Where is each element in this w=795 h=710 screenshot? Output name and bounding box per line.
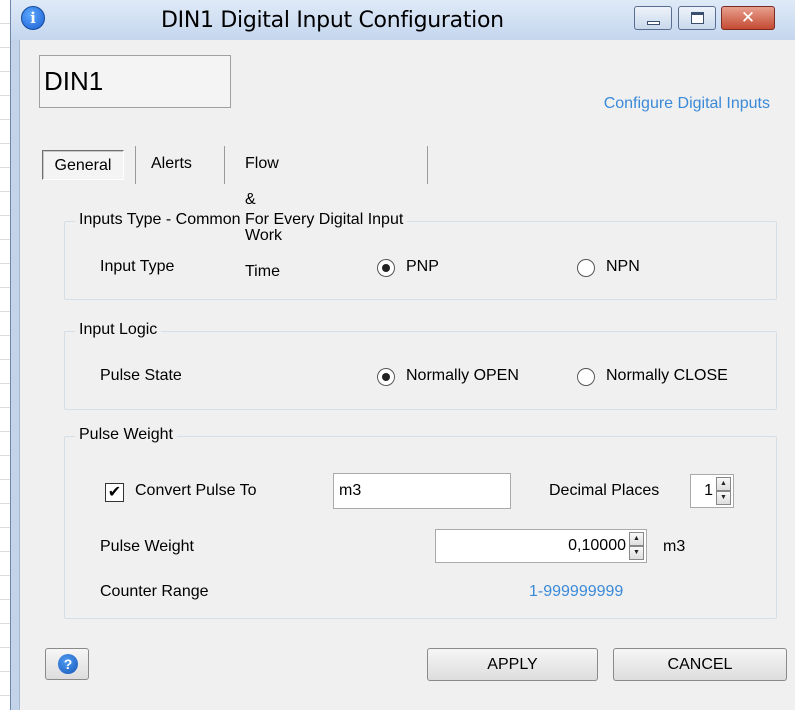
normally-open-label[interactable]: Normally OPEN	[406, 367, 519, 385]
cancel-button[interactable]: CANCEL	[613, 648, 787, 681]
minimize-icon	[647, 21, 660, 25]
maximize-button[interactable]	[678, 6, 716, 30]
npn-label[interactable]: NPN	[606, 258, 640, 276]
pulse-weight-stepper[interactable]: 0,10000 ▲ ▼	[435, 529, 647, 563]
npn-radio[interactable]	[577, 259, 595, 277]
inputs-type-group: Inputs Type - Common For Every Digital I…	[64, 211, 777, 300]
pulse-weight-value[interactable]: 0,10000	[568, 530, 626, 562]
convert-pulse-checkbox[interactable]: ✔	[105, 483, 124, 502]
pnp-radio[interactable]	[377, 259, 395, 277]
close-button[interactable]: ✕	[721, 6, 775, 30]
decimal-up-arrow-icon[interactable]: ▲	[716, 477, 731, 491]
convert-pulse-label[interactable]: Convert Pulse To	[135, 482, 257, 500]
minimize-button[interactable]	[634, 6, 672, 30]
pulse-weight-group-title: Pulse Weight	[75, 426, 177, 444]
weight-down-arrow-icon[interactable]: ▼	[629, 546, 644, 560]
tab-separator	[427, 146, 428, 184]
pnp-label[interactable]: PNP	[406, 258, 439, 276]
tab-general[interactable]: General	[42, 150, 124, 180]
input-name-display: DIN1	[39, 55, 231, 108]
counter-range-label: Counter Range	[100, 583, 209, 600]
pulse-state-label: Pulse State	[100, 367, 182, 384]
tab-separator	[135, 146, 136, 184]
apply-button[interactable]: APPLY	[427, 648, 598, 681]
close-icon: ✕	[740, 8, 756, 28]
decimal-places-spin: ▲ ▼	[716, 477, 731, 505]
dialog-window: i DIN1 Digital Input Configuration ✕ DIN…	[10, 0, 795, 710]
pulse-weight-spin: ▲ ▼	[629, 532, 644, 560]
maximize-icon	[691, 12, 704, 24]
configure-digital-inputs-link[interactable]: Configure Digital Inputs	[604, 95, 770, 113]
weight-up-arrow-icon[interactable]: ▲	[629, 532, 644, 546]
convert-unit-input[interactable]: m3	[333, 473, 511, 509]
normally-close-radio[interactable]	[577, 368, 595, 386]
normally-open-radio[interactable]	[377, 368, 395, 386]
tab-separator	[224, 146, 225, 184]
normally-close-label[interactable]: Normally CLOSE	[606, 367, 728, 385]
info-icon: i	[21, 6, 45, 30]
help-icon: ?	[58, 654, 78, 674]
counter-range-value: 1-999999999	[529, 583, 624, 600]
window-title: DIN1 Digital Input Configuration	[161, 8, 504, 33]
input-logic-group-title: Input Logic	[75, 321, 162, 339]
pulse-weight-label: Pulse Weight	[100, 538, 194, 555]
decimal-down-arrow-icon[interactable]: ▼	[716, 491, 731, 505]
tab-flow-work-time[interactable]: Flow & Work Time	[245, 146, 282, 280]
decimal-places-stepper[interactable]: 1 ▲ ▼	[690, 474, 734, 508]
input-type-label: Input Type	[100, 258, 175, 275]
input-logic-group: Input Logic Pulse State Normally OPEN No…	[64, 321, 777, 410]
pulse-weight-group: Pulse Weight ✔ Convert Pulse To m3 Decim…	[64, 426, 777, 619]
pulse-weight-unit: m3	[663, 538, 686, 555]
decimal-places-label: Decimal Places	[549, 482, 660, 499]
decimal-places-value[interactable]: 1	[704, 475, 713, 507]
tab-alerts[interactable]: Alerts	[151, 146, 192, 182]
dialog-body: DIN1 Configure Digital Inputs General Al…	[19, 40, 795, 710]
help-button[interactable]: ?	[45, 648, 89, 680]
title-bar[interactable]: i DIN1 Digital Input Configuration ✕	[11, 0, 795, 40]
inputs-type-group-title: Inputs Type - Common For Every Digital I…	[75, 211, 408, 229]
